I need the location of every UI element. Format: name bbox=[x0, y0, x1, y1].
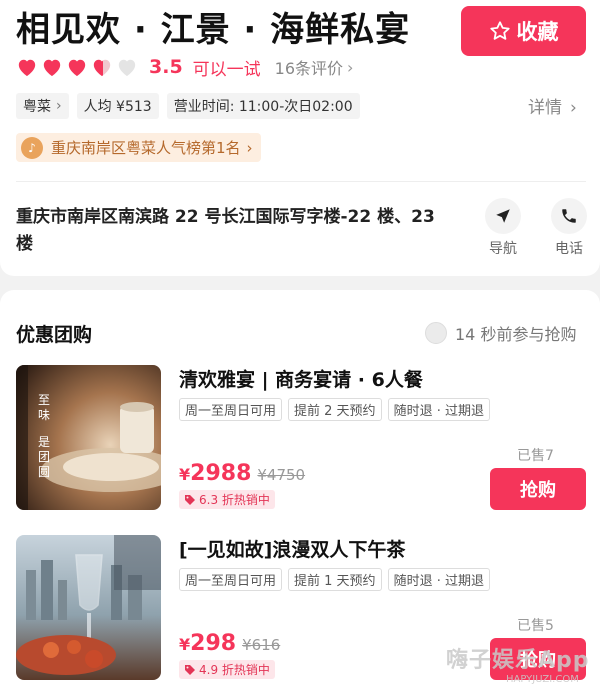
details-link[interactable]: 详情 › bbox=[528, 93, 577, 118]
favorite-button[interactable]: 收藏 bbox=[461, 6, 586, 56]
deal-tags: 周一至周日可用 提前 1 天预约 随时退 · 过期退 bbox=[179, 568, 490, 591]
phone-icon bbox=[562, 209, 576, 223]
deal-price: ¥ 2988 ¥4750 bbox=[179, 461, 305, 486]
douyin-icon: ♪ bbox=[21, 136, 43, 159]
deal-tag: 提前 1 天预约 bbox=[288, 568, 382, 591]
opening-hours-tag: 营业时间: 11:00-次日02:00 bbox=[166, 93, 360, 119]
chevron-right-icon: › bbox=[246, 138, 253, 157]
deal-item[interactable]: 至 味 是 团 圆 清欢雅宴 | 商务宴请 · 6人餐 周一至周日可用 提前 2… bbox=[0, 365, 600, 515]
recent-activity: 14 秒前参与抢购 bbox=[425, 321, 576, 345]
address-text[interactable]: 重庆市南岸区南滨路 22 号长江国际写字楼-22 楼、23 楼 bbox=[16, 204, 456, 258]
restaurant-info-card: 相见欢 · 江景 · 海鲜私宴 收藏 3.5 可以一试 16条评价 › 粤菜 › … bbox=[0, 0, 600, 276]
deal-price: ¥ 298 ¥616 bbox=[179, 631, 280, 656]
rating-row[interactable]: 3.5 可以一试 16条评价 › bbox=[16, 55, 354, 80]
image-caption: 至 味 是 团 圆 bbox=[38, 393, 51, 479]
navigate-label: 导航 bbox=[489, 241, 517, 257]
chevron-right-icon: › bbox=[347, 57, 354, 77]
recent-activity-text: 14 秒前参与抢购 bbox=[455, 325, 577, 344]
watermark-subtext: HAPYJUZI.COM bbox=[506, 674, 579, 685]
watermark: 嗨子娱乐App HAPYJUZI.COM bbox=[446, 642, 590, 685]
price-per-person-tag: 人均 ¥513 bbox=[76, 93, 159, 119]
original-price: ¥616 bbox=[242, 636, 281, 654]
section-title: 优惠团购 bbox=[16, 324, 93, 346]
heart-half-icon bbox=[93, 59, 111, 77]
ranking-badge[interactable]: ♪ 重庆南岸区粤菜人气榜第1名 › bbox=[16, 133, 261, 162]
avatar bbox=[425, 322, 447, 344]
deal-tag: 周一至周日可用 bbox=[179, 568, 283, 591]
original-price: ¥4750 bbox=[257, 466, 306, 484]
promo-badge: 6.3 折热销中 bbox=[179, 490, 275, 509]
heart-empty-icon bbox=[118, 59, 136, 77]
deal-tag: 提前 2 天预约 bbox=[288, 398, 382, 421]
info-tags: 粤菜 › 人均 ¥513 营业时间: 11:00-次日02:00 bbox=[16, 93, 360, 119]
watermark-text: 嗨子娱乐App bbox=[446, 648, 590, 673]
buy-button[interactable]: 抢购 bbox=[490, 468, 586, 510]
cuisine-tag[interactable]: 粤菜 › bbox=[16, 93, 69, 119]
restaurant-name: 相见欢 · 江景 · 海鲜私宴 bbox=[16, 10, 411, 50]
current-price: 298 bbox=[190, 631, 237, 656]
group-deals-section: 优惠团购 14 秒前参与抢购 至 味 是 团 圆 清欢雅宴 | 商务宴请 · 6… bbox=[0, 290, 600, 695]
currency-symbol: ¥ bbox=[179, 465, 191, 484]
deal-tag: 周一至周日可用 bbox=[179, 398, 283, 421]
deal-tag: 随时退 · 过期退 bbox=[387, 398, 490, 421]
heart-full-icon bbox=[68, 59, 86, 77]
favorite-label: 收藏 bbox=[516, 20, 559, 44]
divider bbox=[16, 181, 586, 182]
rating-text: 可以一试 bbox=[192, 59, 261, 80]
deal-tag: 随时退 · 过期退 bbox=[387, 568, 490, 591]
chevron-right-icon: › bbox=[570, 98, 577, 118]
review-count-link[interactable]: 16条评价 bbox=[275, 55, 343, 79]
deal-title: 清欢雅宴 | 商务宴请 · 6人餐 bbox=[179, 369, 423, 391]
phone-button[interactable]: 电话 bbox=[548, 198, 590, 258]
deal-image: 至 味 是 团 圆 bbox=[16, 365, 161, 510]
ranking-text: 重庆南岸区粤菜人气榜第1名 bbox=[51, 139, 241, 157]
tag-icon bbox=[185, 664, 195, 675]
currency-symbol: ¥ bbox=[179, 635, 191, 654]
sold-count: 已售7 bbox=[517, 448, 554, 464]
promo-badge: 4.9 折热销中 bbox=[179, 660, 275, 679]
star-icon bbox=[489, 21, 510, 40]
rating-score: 3.5 bbox=[149, 56, 183, 78]
promo-text: 4.9 折热销中 bbox=[199, 663, 270, 677]
deal-tags: 周一至周日可用 提前 2 天预约 随时退 · 过期退 bbox=[179, 398, 490, 421]
tag-icon bbox=[185, 494, 195, 505]
navigation-arrow-icon bbox=[496, 209, 510, 223]
heart-full-icon bbox=[18, 59, 36, 77]
phone-label: 电话 bbox=[555, 241, 583, 257]
sold-count: 已售5 bbox=[517, 618, 554, 634]
current-price: 2988 bbox=[190, 461, 252, 486]
deal-image bbox=[16, 535, 161, 680]
navigate-button[interactable]: 导航 bbox=[482, 198, 524, 258]
deal-title: [一见如故]浪漫双人下午茶 bbox=[179, 539, 406, 561]
promo-text: 6.3 折热销中 bbox=[199, 493, 270, 507]
heart-full-icon bbox=[43, 59, 61, 77]
